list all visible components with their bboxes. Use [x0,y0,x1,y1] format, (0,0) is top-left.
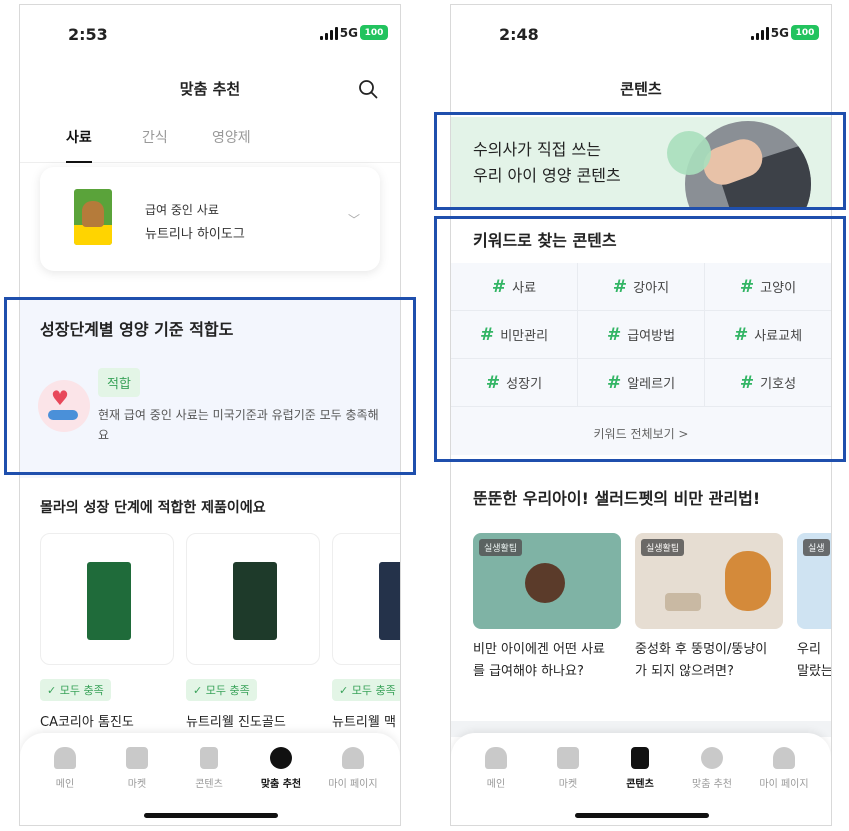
caption-line: 를 급여해야 하나요? [473,664,584,679]
nav-contents[interactable]: 콘텐츠 [605,747,675,790]
gear-icon [270,747,292,769]
nav-recommend[interactable]: 맞춤 추천 [246,747,316,790]
network-label: 5G [339,26,358,40]
store-icon [126,747,148,769]
page-title: 콘텐츠 [620,80,662,98]
product-name: CA코리아 톰진도 [40,715,134,730]
article-tag: 실생 [803,539,830,556]
caption-line: 중성화 후 뚱멍이/뚱냥이 [635,642,768,657]
article-caption: 우리 말랐는 [797,639,832,683]
nav-label: 마이 페이지 [759,779,809,790]
battery-icon: 100 [360,25,388,40]
tab-food[interactable]: 사료 [66,127,92,163]
article-thumbnail: 실생활팁 [473,533,621,629]
caption-line: 말랐는 [797,664,832,679]
nav-contents[interactable]: 콘텐츠 [174,747,244,790]
nav-label: 콘텐츠 [626,779,654,790]
nav-market[interactable]: 마켓 [102,747,172,790]
app-bar: 맞춤 추천 [20,71,400,107]
product-name: 뉴트리웰 진도골드 [186,715,286,730]
search-icon[interactable] [358,79,378,99]
product-card[interactable]: ✓ 모두 충족 뉴트리웰 맥 [332,533,400,730]
article-thumbnail: 실생 [797,533,831,629]
article-card[interactable]: 실생활팁 비만 아이에겐 어떤 사료 를 급여해야 하나요? [473,533,621,679]
meets-badge: ✓ 모두 충족 [40,679,111,701]
product-bag [87,562,131,640]
caption-line: 우리 [797,642,821,657]
product-bag [379,562,400,640]
status-time: 2:48 [499,25,539,44]
product-image [40,533,174,665]
app-bar: 콘텐츠 [451,71,831,107]
signal-icon [751,27,769,40]
person-icon [342,747,364,769]
category-tabs: 사료 간식 영양제 [20,123,400,163]
article-caption: 비만 아이에겐 어떤 사료 를 급여해야 하나요? [473,639,621,683]
nav-main[interactable]: 메인 [30,747,100,790]
nav-recommend[interactable]: 맞춤 추천 [677,747,747,790]
nav-label: 마이 페이지 [328,779,378,790]
network-label: 5G [770,26,789,40]
home-indicator [575,813,709,818]
highlight-keywords [434,216,846,462]
status-bar: 2:53 5G 100 [20,5,400,63]
product-name: 뉴트리웰 맥 [332,715,396,730]
nav-label: 콘텐츠 [195,779,223,790]
current-food-name: 뉴트리나 하이도그 [145,227,245,242]
nav-mypage[interactable]: 마이 페이지 [749,747,819,790]
product-image [186,533,320,665]
nav-label: 맞춤 추천 [692,779,732,790]
product-image [332,533,400,665]
highlight-banner [434,112,846,210]
battery-icon: 100 [791,25,819,40]
person-icon [773,747,795,769]
current-food-label: 급여 중인 사료 [145,203,219,217]
article-thumbnail: 실생활팁 [635,533,783,629]
article-caption: 중성화 후 뚱멍이/뚱냥이 가 되지 않으려면? [635,639,783,683]
nav-main[interactable]: 메인 [461,747,531,790]
nav-label: 맞춤 추천 [260,779,302,790]
nav-label: 메인 [55,779,75,790]
home-icon [485,747,507,769]
article-card[interactable]: 실생활팁 중성화 후 뚱멍이/뚱냥이 가 되지 않으려면? [635,533,783,679]
nav-label: 메인 [486,779,506,790]
current-food-selector[interactable]: 급여 중인 사료 뉴트리나 하이도그 ﹀ [40,167,380,271]
status-time: 2:53 [68,25,108,44]
tab-supplement[interactable]: 영양제 [212,127,251,163]
product-bag [233,562,277,640]
article-tag: 실생활팁 [641,539,685,556]
document-icon [631,747,649,769]
article-card[interactable]: 실생 우리 말랐는 [797,533,831,679]
status-bar: 2:48 5G 100 [451,5,831,63]
document-icon [200,747,218,769]
nav-mypage[interactable]: 마이 페이지 [318,747,388,790]
product-card[interactable]: ✓ 모두 충족 뉴트리웰 진도골드 [186,533,320,730]
nav-label: 마켓 [558,779,578,790]
product-card[interactable]: ✓ 모두 충족 CA코리아 톰진도 [40,533,174,730]
chevron-down-icon[interactable]: ﹀ [348,211,360,228]
store-icon [557,747,579,769]
nav-label: 마켓 [127,779,147,790]
page-title: 맞춤 추천 [179,80,241,98]
nav-market[interactable]: 마켓 [533,747,603,790]
tab-snack[interactable]: 간식 [142,127,168,163]
signal-icon [320,27,338,40]
caption-line: 비만 아이에겐 어떤 사료 [473,642,605,657]
caption-line: 가 되지 않으려면? [635,664,734,679]
recommend-title: 몰라의 성장 단계에 적합한 제품이에요 [40,500,266,516]
home-icon [54,747,76,769]
article-tag: 실생활팁 [479,539,523,556]
gear-icon [701,747,723,769]
meets-badge: ✓ 모두 충족 [332,679,400,701]
food-package-image [74,189,112,245]
article-section-title: 뚠뚠한 우리아이! 샐러드펫의 비만 관리법! [473,489,761,508]
highlight-growth [4,297,416,475]
meets-badge: ✓ 모두 충족 [186,679,257,701]
home-indicator [144,813,278,818]
